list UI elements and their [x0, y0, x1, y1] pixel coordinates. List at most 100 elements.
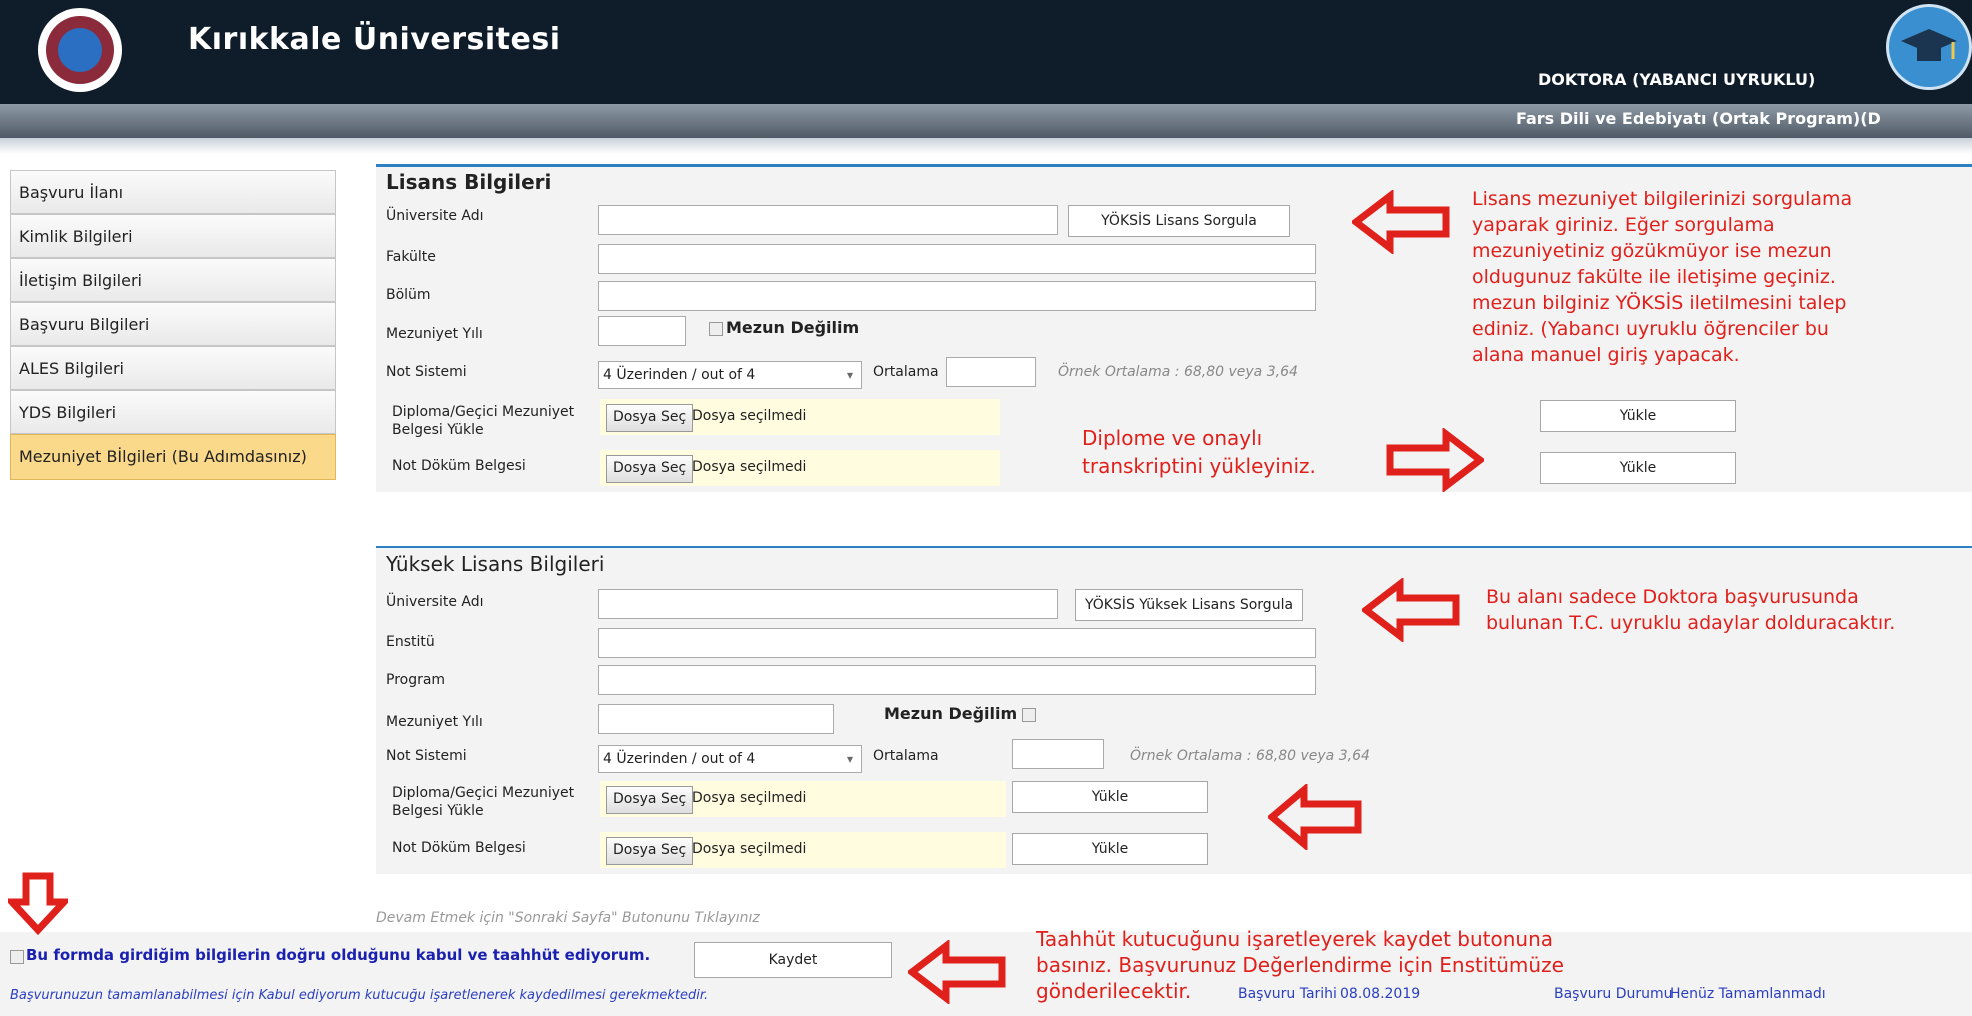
yl-title: Yüksek Lisans Bilgileri — [386, 552, 605, 576]
app-title: Kırıkkale Üniversitesi — [188, 22, 561, 57]
yl-grad-year-label: Mezuniyet Yılı — [386, 714, 483, 730]
yl-diploma-file-status: Dosya seçilmedi — [692, 790, 807, 806]
lisans-department-input[interactable] — [598, 281, 1316, 311]
yl-grade-system-value: 4 Üzerinden / out of 4 — [603, 751, 756, 767]
yl-institute-input[interactable] — [598, 628, 1316, 658]
graduation-cap-icon — [1886, 4, 1972, 90]
lisans-transcript-label: Not Döküm Belgesi — [392, 458, 526, 474]
yl-diploma-label-line1: Diploma/Geçici Mezuniyet — [392, 785, 575, 801]
note-lisans-line: mezuniyetiniz gözükmüyor ise mezun — [1472, 240, 1832, 262]
yl-average-hint: Örnek Ortalama : 68,80 veya 3,64 — [1130, 748, 1370, 764]
lisans-not-graduated-checkbox[interactable] — [709, 322, 723, 336]
note-yl-line: bulunan T.C. uyruklu adaylar dolduracakt… — [1486, 612, 1896, 634]
lisans-transcript-choose-file-button[interactable]: Dosya Seç — [606, 455, 694, 483]
arrow-left-icon — [908, 940, 1006, 1004]
yl-average-input[interactable] — [1012, 739, 1104, 769]
yl-grad-year-input[interactable] — [598, 704, 834, 734]
lisans-grade-system-select[interactable]: 4 Üzerinden / out of 4 ▾ — [598, 361, 862, 389]
lisans-average-label: Ortalama — [873, 364, 939, 380]
apply-status-value: Henüz Tamamlanmadı — [1670, 986, 1826, 1002]
save-button[interactable]: Kaydet — [694, 942, 892, 978]
yl-not-graduated-label: Mezun Değilim — [884, 704, 1018, 723]
note-commit: Taahhüt kutucuğunu işaretleyerek kaydet … — [1036, 926, 1564, 1004]
lisans-transcript-upload-button[interactable]: Yükle — [1540, 452, 1736, 484]
note-upload-line: transkriptini yükleyiniz. — [1082, 454, 1316, 478]
yl-program-label: Program — [386, 672, 446, 688]
sidebar-item-basvuru-bilgileri[interactable]: Başvuru Bilgileri — [10, 302, 336, 346]
lisans-faculty-input[interactable] — [598, 244, 1316, 274]
lisans-university-label: Üniversite Adı — [386, 208, 484, 224]
sidebar-item-ales-bilgileri[interactable]: ALES Bilgileri — [10, 346, 336, 390]
yl-diploma-choose-file-button[interactable]: Dosya Seç — [606, 786, 694, 814]
note-commit-line: gönderilecektir. — [1036, 979, 1192, 1003]
note-commit-line: Taahhüt kutucuğunu işaretleyerek kaydet … — [1036, 927, 1554, 951]
university-logo-emblem — [58, 28, 102, 72]
yl-diploma-upload-button[interactable]: Yükle — [1012, 781, 1208, 813]
note-lisans-line: Lisans mezuniyet bilgilerinizi sorgulama — [1472, 188, 1853, 210]
lisans-title: Lisans Bilgileri — [386, 170, 552, 194]
lisans-not-graduated-label: Mezun Değilim — [726, 318, 860, 337]
lisans-diploma-upload-button[interactable]: Yükle — [1540, 400, 1736, 432]
yoksis-lisans-query-button[interactable]: YÖKSİS Lisans Sorgula — [1068, 205, 1290, 237]
yl-transcript-file-status: Dosya seçilmedi — [692, 841, 807, 857]
yl-average-label: Ortalama — [873, 748, 939, 764]
lisans-average-hint: Örnek Ortalama : 68,80 veya 3,64 — [1058, 364, 1298, 380]
note-lisans-line: alana manuel giriş yapacak. — [1472, 344, 1740, 366]
commitment-label: Bu formda girdiğim bilgilerin doğru oldu… — [26, 946, 651, 964]
sidebar-item-yds-bilgileri[interactable]: YDS Bilgileri — [10, 390, 336, 434]
yl-university-label: Üniversite Adı — [386, 594, 484, 610]
apply-status-label: Başvuru Durumu — [1554, 986, 1673, 1002]
commitment-checkbox[interactable] — [10, 950, 24, 964]
chevron-down-icon: ▾ — [846, 752, 853, 766]
lisans-grad-year-label: Mezuniyet Yılı — [386, 326, 483, 342]
lisans-diploma-choose-file-button[interactable]: Dosya Seç — [606, 404, 694, 432]
sidebar-item-basvuru-ilani[interactable]: Başvuru İlanı — [10, 170, 336, 214]
lisans-diploma-file: Dosya Seç Dosya seçilmedi — [600, 399, 1000, 435]
chevron-down-icon: ▾ — [846, 368, 853, 382]
arrow-down-icon — [8, 872, 68, 936]
yl-transcript-choose-file-button[interactable]: Dosya Seç — [606, 837, 694, 865]
lisans-grad-year-input[interactable] — [598, 316, 686, 346]
arrow-left-icon — [1352, 190, 1450, 254]
lisans-average-input[interactable] — [946, 357, 1036, 387]
yl-transcript-file: Dosya Seç Dosya seçilmedi — [600, 832, 1006, 868]
yl-university-input[interactable] — [598, 589, 1058, 619]
note-upload-line: Diplome ve onaylı — [1082, 426, 1263, 450]
yl-transcript-upload-button[interactable]: Yükle — [1012, 833, 1208, 865]
sidebar-item-kimlik-bilgileri[interactable]: Kimlik Bilgileri — [10, 214, 336, 258]
commitment-note: Başvurunuzun tamamlanabilmesi için Kabul… — [10, 988, 709, 1003]
yl-institute-label: Enstitü — [386, 634, 435, 650]
yl-grade-system-label: Not Sistemi — [386, 748, 467, 764]
lisans-transcript-file: Dosya Seç Dosya seçilmedi — [600, 450, 1000, 486]
lisans-grade-system-value: 4 Üzerinden / out of 4 — [603, 367, 756, 383]
note-lisans-line: oldugunuz fakülte ile iletişime geçiniz. — [1472, 266, 1836, 288]
note-lisans-line: mezun bilginiz YÖKSİS iletilmesini talep — [1472, 292, 1847, 314]
lisans-department-label: Bölüm — [386, 287, 431, 303]
note-yl-line: Bu alanı sadece Doktora başvurusunda — [1486, 586, 1859, 608]
program-name: Fars Dili ve Edebiyatı (Ortak Program)(D — [1516, 109, 1881, 128]
yl-diploma-file: Dosya Seç Dosya seçilmedi — [600, 781, 1006, 817]
yl-transcript-label: Not Döküm Belgesi — [392, 840, 526, 856]
arrow-left-icon — [1362, 578, 1460, 642]
lisans-faculty-label: Fakülte — [386, 249, 436, 265]
arrow-right-icon — [1386, 428, 1484, 492]
yl-grade-system-select[interactable]: 4 Üzerinden / out of 4 ▾ — [598, 745, 862, 773]
sidebar-item-mezuniyet-bilgileri[interactable]: Mezuniyet Bİlgileri (Bu Adımdasınız) — [10, 434, 336, 480]
lisans-grade-system-label: Not Sistemi — [386, 364, 467, 380]
yoksis-yl-query-button[interactable]: YÖKSİS Yüksek Lisans Sorgula — [1075, 589, 1303, 621]
lisans-transcript-file-status: Dosya seçilmedi — [692, 459, 807, 475]
continue-hint: Devam Etmek için "Sonraki Sayfa" Butonun… — [376, 910, 760, 926]
lisans-diploma-label-line2: Belgesi Yükle — [392, 422, 484, 438]
yl-not-graduated-checkbox[interactable] — [1022, 708, 1036, 722]
note-upload: Diplome ve onaylı transkriptini yükleyin… — [1082, 424, 1316, 480]
lisans-diploma-label-line1: Diploma/Geçici Mezuniyet — [392, 404, 575, 420]
note-lisans: Lisans mezuniyet bilgilerinizi sorgulama… — [1472, 186, 1852, 368]
note-lisans-line: ediniz. (Yabancı uyruklu öğrenciler bu — [1472, 318, 1829, 340]
yl-diploma-label-line2: Belgesi Yükle — [392, 803, 484, 819]
lisans-university-input[interactable] — [598, 205, 1058, 235]
lisans-diploma-label: Diploma/Geçici Mezuniyet Belgesi Yükle — [392, 403, 574, 439]
sidebar-item-iletisim-bilgileri[interactable]: İletişim Bilgileri — [10, 258, 336, 302]
yl-diploma-label: Diploma/Geçici Mezuniyet Belgesi Yükle — [392, 784, 574, 820]
note-commit-line: basınız. Başvurunuz Değerlendirme için E… — [1036, 953, 1564, 977]
yl-program-input[interactable] — [598, 665, 1316, 695]
